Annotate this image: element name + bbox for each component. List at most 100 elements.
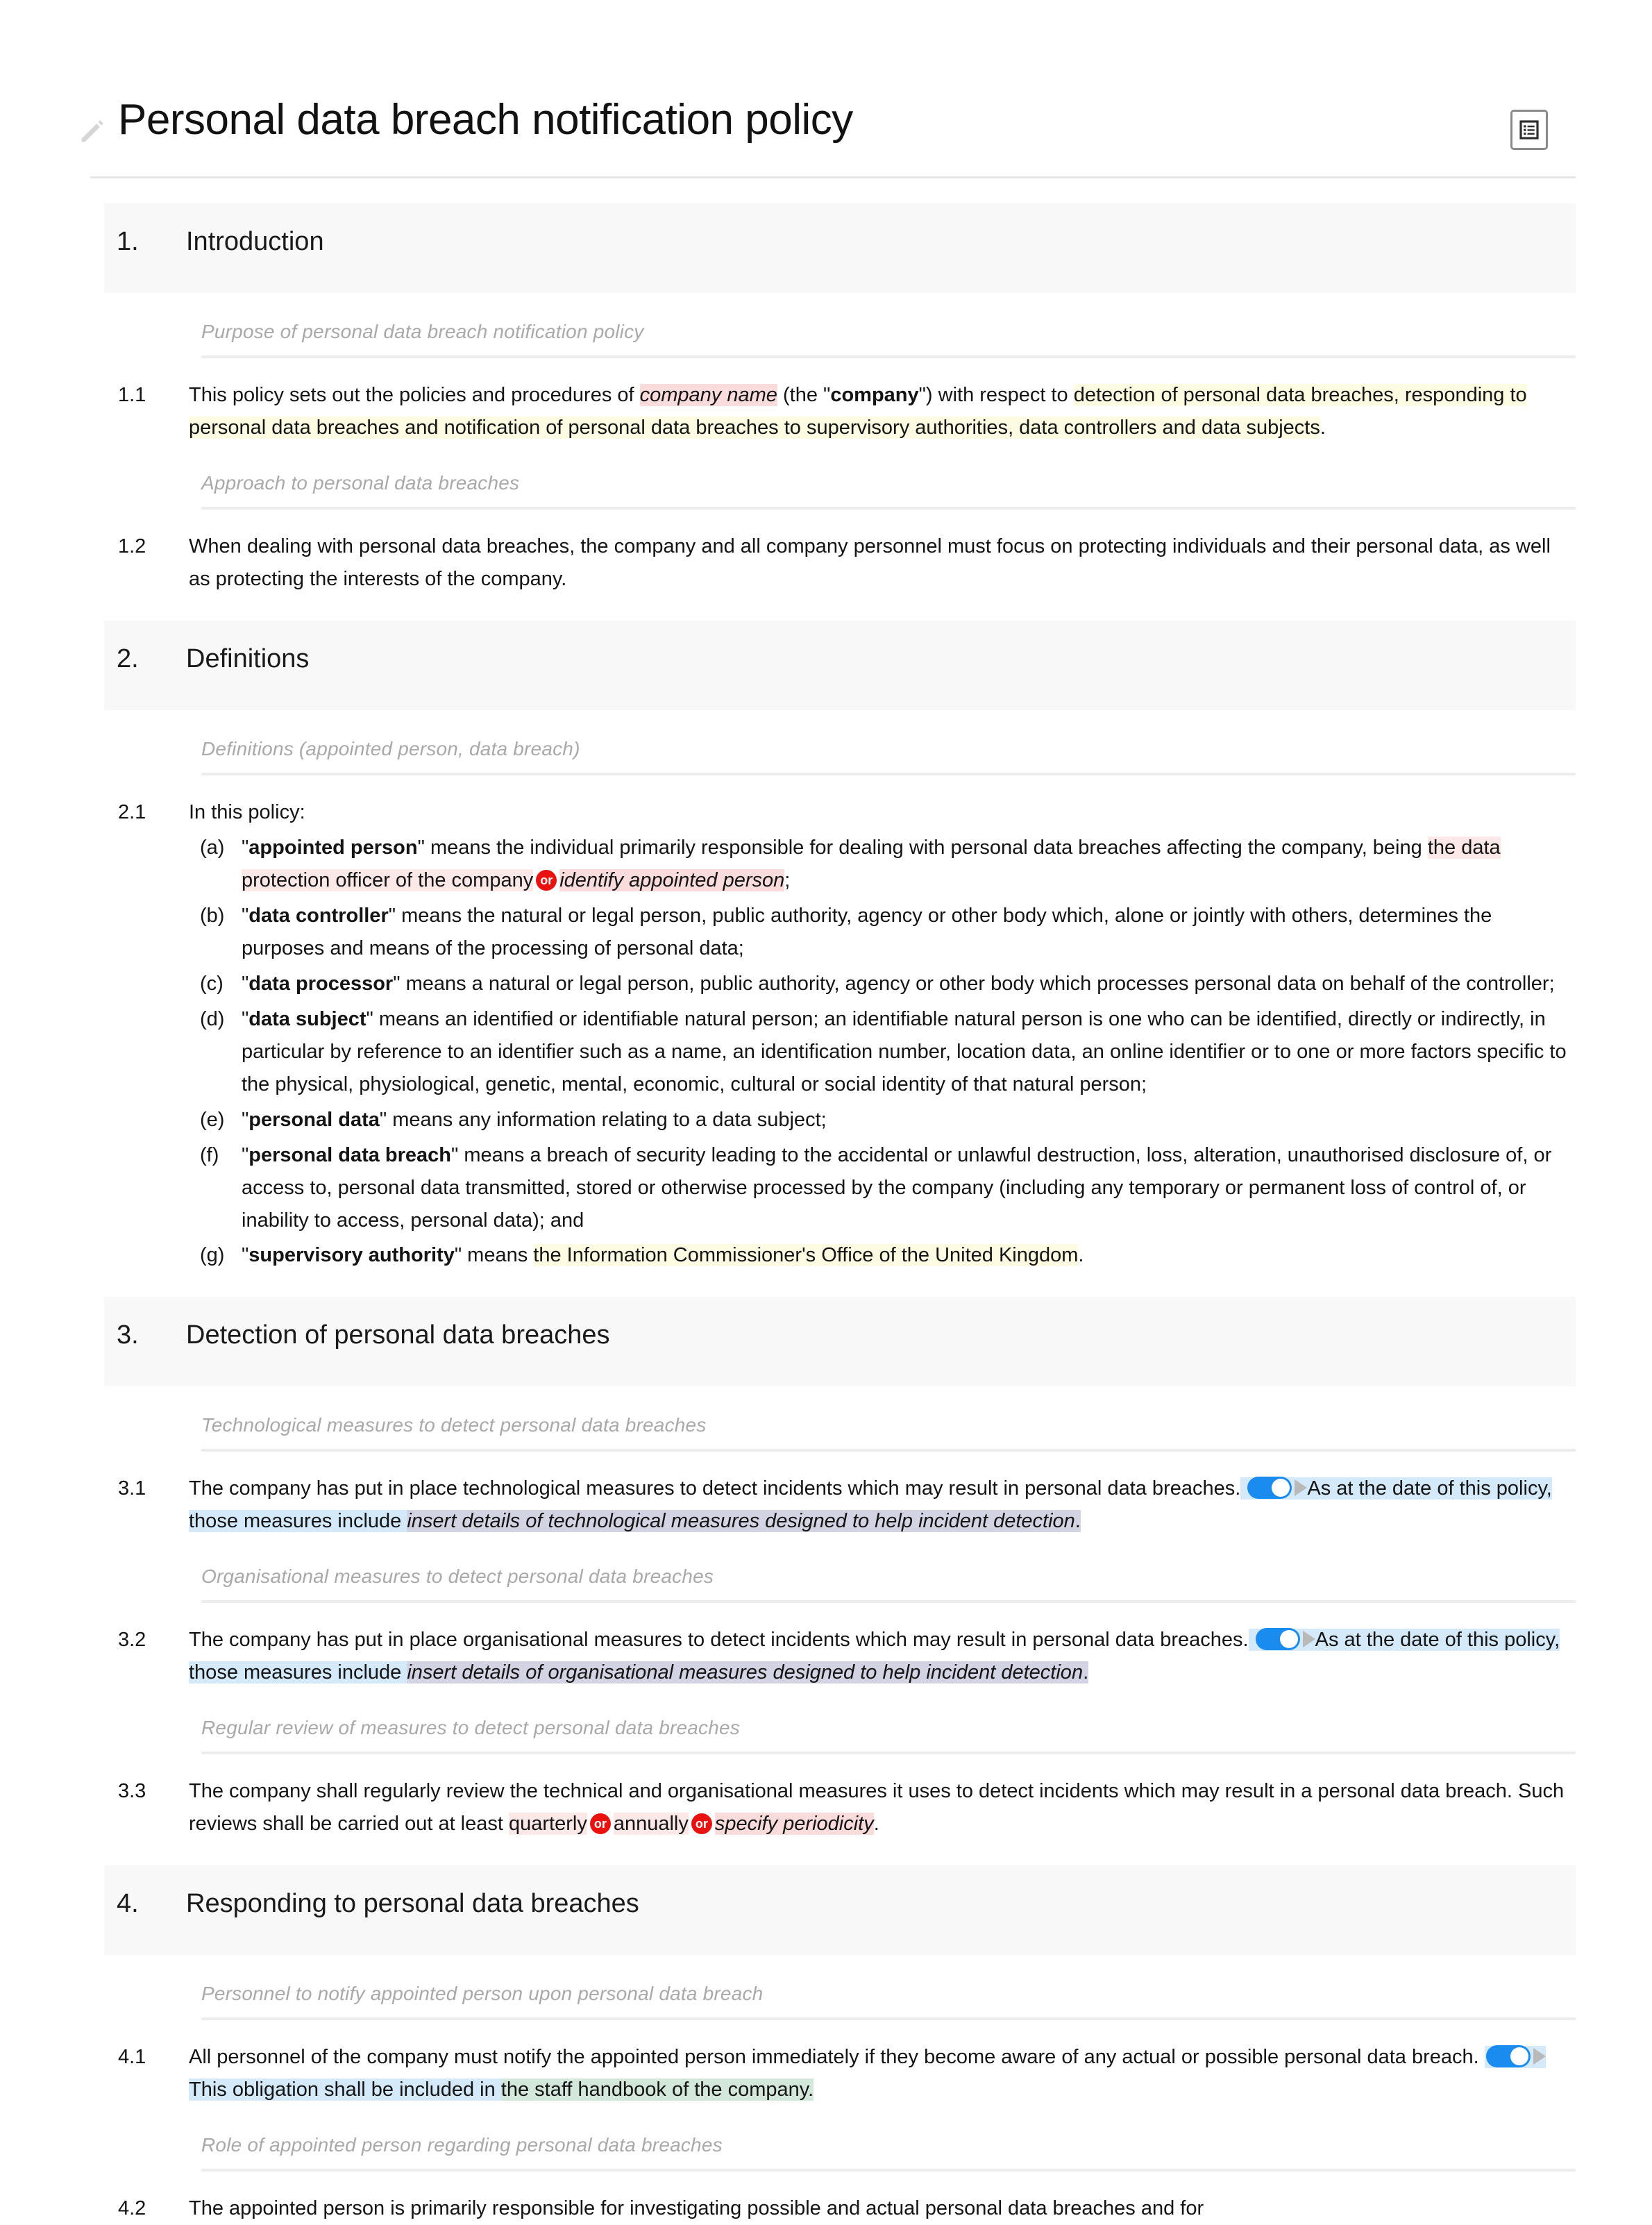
list-item-label: (c) bbox=[200, 972, 224, 995]
list-item-text-part: " means bbox=[454, 1244, 534, 1267]
section-number: 2. bbox=[117, 644, 139, 673]
clause-text: When dealing with personal data breaches… bbox=[189, 535, 1551, 590]
list-item[interactable]: (a) "appointed person" means the individ… bbox=[189, 832, 1576, 897]
option-3[interactable]: specify periodicity bbox=[714, 1813, 874, 1836]
section-heading-3[interactable]: 3. Detection of personal data breaches bbox=[104, 1297, 1576, 1387]
quote-open: " bbox=[242, 1244, 249, 1267]
document-title-row: Personal data breach notification policy bbox=[76, 0, 1548, 150]
expand-arrow-icon[interactable] bbox=[1302, 1631, 1315, 1648]
title-divider bbox=[90, 176, 1576, 178]
clause-number: 3.1 bbox=[118, 1477, 146, 1500]
or-badge[interactable]: or bbox=[691, 1813, 712, 1835]
section-number: 4. bbox=[117, 1889, 139, 1919]
clause-3-2[interactable]: 3.2 The company has put in place organis… bbox=[104, 1624, 1576, 1689]
list-item-text: "personal data" means any information re… bbox=[242, 1104, 1576, 1136]
list-item-text-part: " means a natural or legal person, publi… bbox=[393, 972, 1555, 995]
guidance-divider bbox=[201, 1600, 1576, 1604]
defined-term: personal data breach bbox=[248, 1143, 452, 1166]
list-item[interactable]: (e) "personal data" means any informatio… bbox=[189, 1104, 1576, 1136]
clause-1-1[interactable]: 1.1 This policy sets out the policies an… bbox=[104, 379, 1576, 444]
clause-number: 4.1 bbox=[118, 2046, 146, 2069]
defined-term: supervisory authority bbox=[248, 1244, 455, 1267]
defined-term: personal data bbox=[248, 1108, 380, 1131]
clause-3-1[interactable]: 3.1 The company has put in place technol… bbox=[104, 1472, 1576, 1538]
list-item-text: "supervisory authority" means the Inform… bbox=[242, 1239, 1576, 1272]
or-badge[interactable]: or bbox=[589, 1813, 611, 1835]
toggle-switch[interactable] bbox=[1485, 2045, 1531, 2068]
variable-company-name[interactable]: company name bbox=[639, 384, 777, 406]
pencil-icon[interactable] bbox=[76, 115, 108, 147]
clause-text: This policy sets out the policies and pr… bbox=[189, 379, 1576, 444]
clause-text: The company shall regularly review the t… bbox=[189, 1775, 1576, 1840]
list-item-text-part: " means the natural or legal person, pub… bbox=[242, 904, 1492, 959]
document-outline-icon[interactable] bbox=[1510, 110, 1548, 150]
guidance-divider bbox=[201, 772, 1576, 775]
toggle-switch[interactable] bbox=[1255, 1628, 1300, 1651]
variable-technological-measures[interactable]: insert details of technological measures… bbox=[407, 1510, 1075, 1533]
clause-text-part: This policy sets out the policies and pr… bbox=[189, 384, 640, 406]
option-2[interactable]: identify appointed person bbox=[559, 868, 785, 891]
quote-open: " bbox=[242, 1143, 249, 1166]
expand-arrow-icon[interactable] bbox=[1295, 1479, 1308, 1497]
clause-number: 4.2 bbox=[118, 2197, 146, 2220]
highlight-blue[interactable]: This obligation shall be included in bbox=[189, 2079, 501, 2101]
or-badge[interactable]: or bbox=[536, 869, 557, 891]
quote-open: " bbox=[242, 904, 249, 927]
clause-text: The company has put in place technologic… bbox=[189, 1472, 1576, 1538]
document-page: Personal data breach notification policy… bbox=[0, 0, 1652, 2225]
clause-3-3[interactable]: 3.3 The company shall regularly review t… bbox=[104, 1775, 1576, 1840]
defined-term: appointed person bbox=[248, 836, 418, 859]
title-toolbar bbox=[1510, 110, 1548, 150]
expand-arrow-icon[interactable] bbox=[1533, 2048, 1546, 2065]
list-item[interactable]: (g) "supervisory authority" means the In… bbox=[189, 1239, 1576, 1272]
toggle-knob bbox=[1279, 1630, 1298, 1649]
clause-text: In this policy: (a) "appointed person" m… bbox=[189, 796, 1576, 1273]
option-1[interactable]: quarterly bbox=[509, 1813, 587, 1836]
clause-4-2[interactable]: 4.2 The appointed person is primarily re… bbox=[104, 2192, 1576, 2225]
list-item[interactable]: (d) "data subject" means an identified o… bbox=[189, 1003, 1576, 1101]
list-item[interactable]: (c) "data processor" means a natural or … bbox=[189, 968, 1576, 1000]
variable-organisational-measures[interactable]: insert details of organisational measure… bbox=[407, 1661, 1084, 1684]
section-heading-2[interactable]: 2. Definitions bbox=[104, 620, 1576, 710]
quote-open: " bbox=[242, 1108, 249, 1131]
section-title: Detection of personal data breaches bbox=[186, 1320, 610, 1350]
clause-text-part: ") with respect to bbox=[918, 384, 1074, 406]
clause-1-2[interactable]: 1.2 When dealing with personal data brea… bbox=[104, 530, 1576, 596]
defined-term: data processor bbox=[248, 972, 394, 995]
clause-text-part: All personnel of the company must notify… bbox=[189, 2046, 1485, 2069]
guidance-divider bbox=[201, 355, 1576, 358]
definition-list: (a) "appointed person" means the individ… bbox=[189, 832, 1576, 1273]
toggle-knob bbox=[1272, 1479, 1290, 1497]
list-item-text-part: " means any information relating to a da… bbox=[379, 1108, 827, 1131]
highlight-yellow[interactable]: the Information Commissioner's Office of… bbox=[533, 1244, 1079, 1267]
quote-open: " bbox=[242, 836, 249, 859]
list-item[interactable]: (f) "personal data breach" means a breac… bbox=[189, 1139, 1576, 1237]
clause-4-1[interactable]: 4.1 All personnel of the company must no… bbox=[104, 2041, 1576, 2106]
list-item-label: (a) bbox=[200, 836, 225, 859]
list-item-text: "data processor" means a natural or lega… bbox=[242, 968, 1576, 1000]
guidance-divider bbox=[201, 1752, 1576, 1755]
clause-text-part: The company has put in place technologic… bbox=[189, 1477, 1241, 1500]
clause-number: 3.2 bbox=[118, 1629, 146, 1652]
guidance-note-2: Approach to personal data breaches bbox=[201, 471, 520, 494]
highlight-green[interactable]: the staff handbook of the company. bbox=[500, 2079, 814, 2101]
section-title: Introduction bbox=[186, 227, 324, 256]
clause-text: The company has put in place organisatio… bbox=[189, 1624, 1576, 1689]
list-item-label: (g) bbox=[200, 1244, 225, 1267]
section-title: Responding to personal data breaches bbox=[186, 1889, 639, 1919]
defined-term: data controller bbox=[248, 904, 389, 927]
list-item[interactable]: (b) "data controller" means the natural … bbox=[189, 900, 1576, 965]
clause-text: All personnel of the company must notify… bbox=[189, 2041, 1576, 2106]
defined-term: data subject bbox=[248, 1007, 366, 1030]
guidance-note-5: Organisational measures to detect person… bbox=[201, 1565, 714, 1588]
option-2[interactable]: annually bbox=[613, 1813, 689, 1836]
section-heading-1[interactable]: 1. Introduction bbox=[104, 203, 1576, 293]
guidance-note-7: Personnel to notify appointed person upo… bbox=[201, 1983, 764, 2005]
toggle-switch[interactable] bbox=[1247, 1477, 1292, 1500]
clause-text-part: . bbox=[1320, 416, 1326, 439]
clause-2-1[interactable]: 2.1 In this policy: (a) "appointed perso… bbox=[104, 796, 1576, 1273]
section-heading-4[interactable]: 4. Responding to personal data breaches bbox=[104, 1865, 1576, 1956]
page-title: Personal data breach notification policy bbox=[118, 96, 853, 144]
clause-tail: . bbox=[1074, 1510, 1081, 1533]
clause-text-part: The company has put in place organisatio… bbox=[189, 1629, 1249, 1652]
